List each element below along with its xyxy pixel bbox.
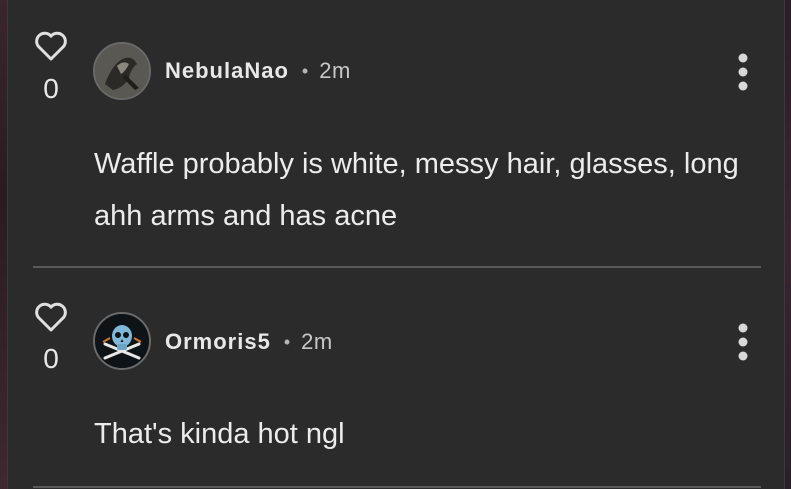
avatar[interactable]	[93, 312, 151, 370]
timestamp: 2m	[319, 58, 351, 83]
username-link[interactable]: Ormoris5	[165, 329, 271, 355]
comment-text: Waffle probably is white, messy hair, gl…	[94, 148, 739, 232]
timestamp: 2m	[301, 329, 333, 354]
heart-icon[interactable]	[34, 301, 68, 333]
more-options-icon[interactable]	[730, 322, 756, 362]
profile-image-icon	[95, 44, 149, 98]
comment-meta: NebulaNao • 2m	[165, 56, 351, 86]
username-link[interactable]: NebulaNao	[165, 58, 289, 84]
separator-dot: •	[301, 60, 309, 81]
skull-crossbones-icon	[95, 314, 149, 368]
separator-dot: •	[283, 331, 291, 352]
more-options-icon[interactable]	[730, 52, 756, 92]
background-edge-left	[0, 0, 7, 489]
like-count: 0	[43, 343, 59, 374]
avatar[interactable]	[93, 42, 151, 100]
comment-item: 0 NebulaNao • 2m Waffle probably is whit…	[8, 0, 784, 267]
comments-panel: 0 NebulaNao • 2m Waffle probably is whit…	[7, 0, 785, 489]
comment-text: That's kinda hot ngl	[94, 418, 345, 450]
like-count: 0	[43, 73, 59, 104]
divider	[33, 486, 761, 488]
comment-item: 0 Ormoris5 • 2m That's kinda hot ngl	[8, 268, 784, 486]
comment-meta: Ormoris5 • 2m	[165, 327, 333, 357]
heart-icon[interactable]	[34, 30, 68, 62]
